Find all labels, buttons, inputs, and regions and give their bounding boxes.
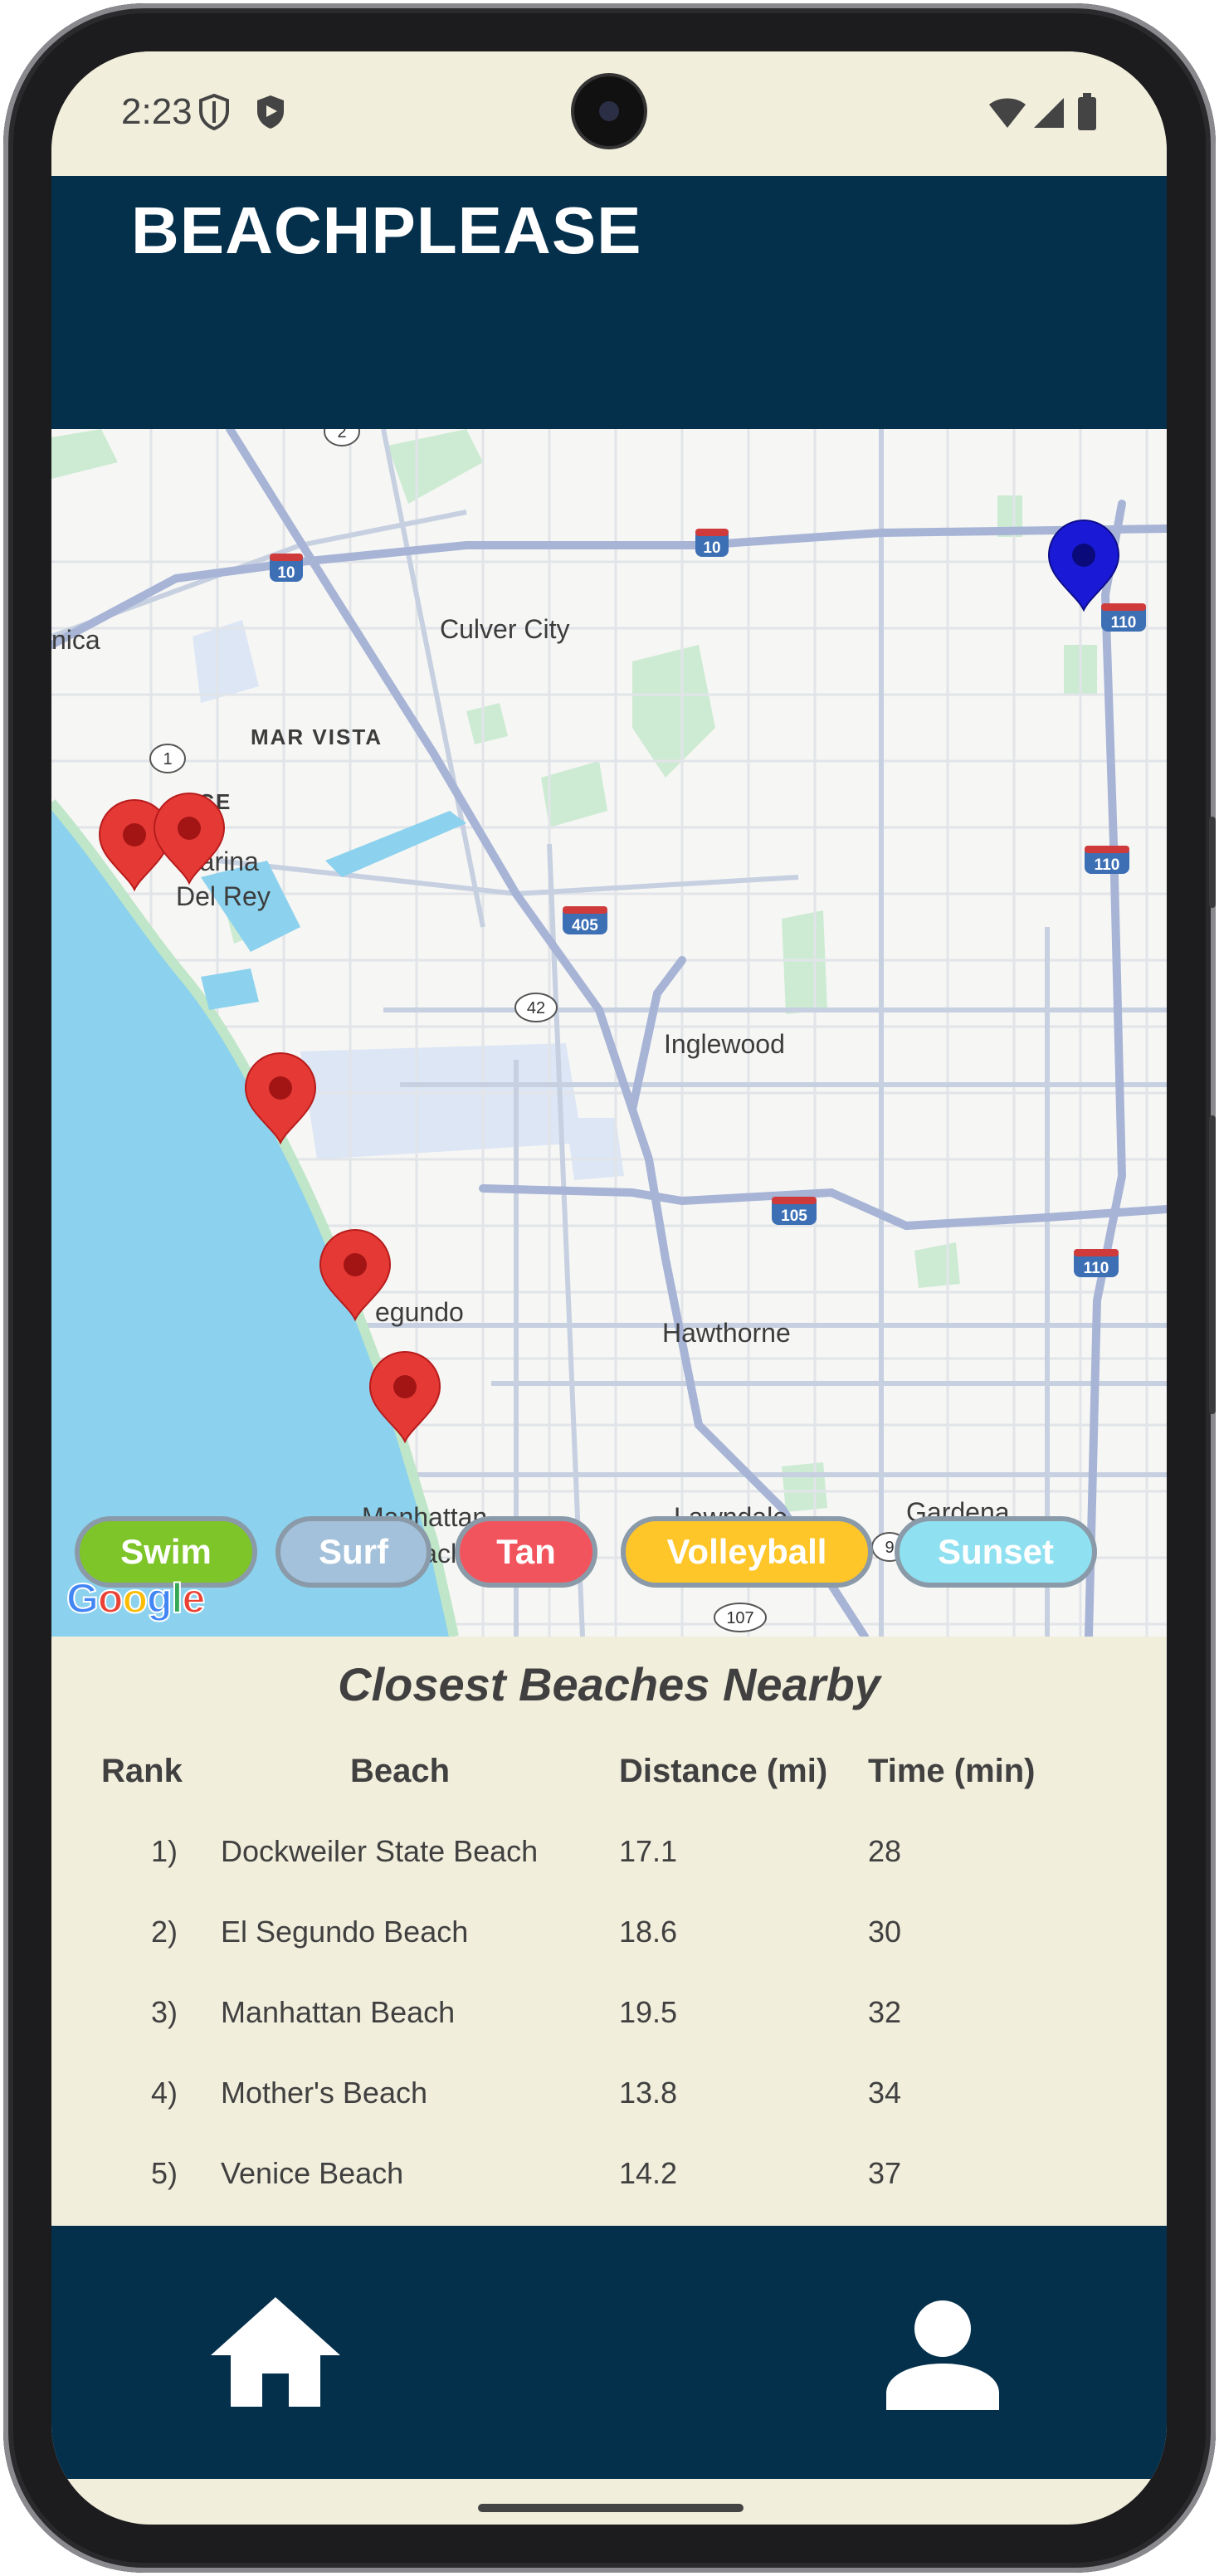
map-label-mar-vista: MAR VISTA [251,724,383,749]
phone-frame: 2:23 BEACHPLEASE 10 10 110 110 110 405 1… [3,3,1216,2573]
row-time: 37 [868,2156,902,2190]
map-view[interactable]: 10 10 110 110 110 405 105 1 42 107 9 2 n… [51,429,1167,1637]
row-time: 32 [868,1995,902,2029]
battery-icon [1078,93,1096,130]
column-header-time: Time (min) [868,1753,1036,1789]
google-letter: o [97,1574,124,1622]
shield-label: 110 [1111,614,1137,632]
map-label-inglewood: Inglewood [664,1029,785,1059]
map-canvas[interactable]: 10 10 110 110 110 405 105 1 42 107 9 2 n… [51,429,1167,1637]
row-rank: 2) [151,1915,178,1949]
row-distance: 13.8 [619,2076,678,2110]
row-beach[interactable]: Venice Beach [221,2156,403,2191]
row-beach[interactable]: Manhattan Beach [221,1995,455,2030]
shield-label: 405 [572,917,598,934]
map-label-hawthorne: Hawthorne [662,1318,791,1348]
beach-list-panel [51,1637,1167,2226]
row-time: 34 [868,2076,902,2110]
filter-chip-sunset[interactable]: Sunset [895,1516,1097,1588]
row-beach[interactable]: Dockweiler State Beach [221,1834,538,1869]
column-header-distance: Distance (mi) [619,1753,828,1789]
front-camera [574,76,644,146]
row-distance: 17.1 [619,1834,678,1868]
row-distance: 19.5 [619,1995,678,2029]
app-title: BEACHPLEASE [131,193,642,267]
shield-label: 110 [1084,1260,1109,1277]
row-beach[interactable]: Mother's Beach [221,2076,427,2110]
home-icon[interactable] [207,2294,344,2410]
shield-label: 110 [1095,856,1120,874]
row-rank: 4) [151,2076,178,2110]
google-letter: G [66,1574,100,1622]
filter-chip-surf[interactable]: Surf [275,1516,432,1588]
row-distance: 14.2 [619,2156,678,2190]
row-distance: 18.6 [619,1915,678,1949]
shield-outline-icon [199,93,229,131]
shield-label: 105 [781,1208,807,1225]
google-letter: e [181,1574,206,1622]
shield-label: 10 [703,539,720,557]
map-label-el-segundo: egundo [375,1297,464,1327]
column-header-rank: Rank [101,1753,183,1789]
screen: 2:23 BEACHPLEASE 10 10 110 110 110 405 1… [51,51,1167,2525]
row-time: 30 [868,1915,902,1949]
filter-chip-tan[interactable]: Tan [455,1516,597,1588]
shield-label: 2 [337,429,346,442]
bottom-nav [51,2226,1167,2479]
google-attribution: Google [66,1574,206,1622]
row-time: 28 [868,1834,902,1868]
volume-button [1209,817,1216,908]
list-title: Closest Beaches Nearby [338,1658,880,1710]
shield-label: 107 [726,1609,753,1627]
power-button [1209,1115,1216,1414]
row-beach[interactable]: El Segundo Beach [221,1915,468,1949]
row-rank: 5) [151,2156,178,2190]
shield-label: 10 [277,564,295,582]
wifi-icon [989,98,1026,128]
shield-label: 42 [527,999,545,1017]
status-time: 2:23 [121,91,193,132]
google-letter: l [171,1574,184,1622]
row-rank: 3) [151,1995,178,2029]
gesture-handle[interactable] [478,2504,744,2512]
filter-chip-volleyball[interactable]: Volleyball [621,1516,873,1588]
shield-play-icon [257,95,284,129]
cellular-signal-icon [1034,98,1064,128]
shield-label: 9 [885,1539,894,1557]
google-letter: o [121,1574,149,1622]
map-label-del-rey: Del Rey [176,881,271,911]
google-letter: g [146,1574,173,1622]
column-header-beach: Beach [350,1753,451,1789]
map-label-culver-city: Culver City [440,614,569,644]
map-label-santa-monica: nica [51,625,100,655]
profile-icon[interactable] [886,2300,999,2410]
row-rank: 1) [151,1834,178,1868]
shield-label: 1 [163,750,172,768]
